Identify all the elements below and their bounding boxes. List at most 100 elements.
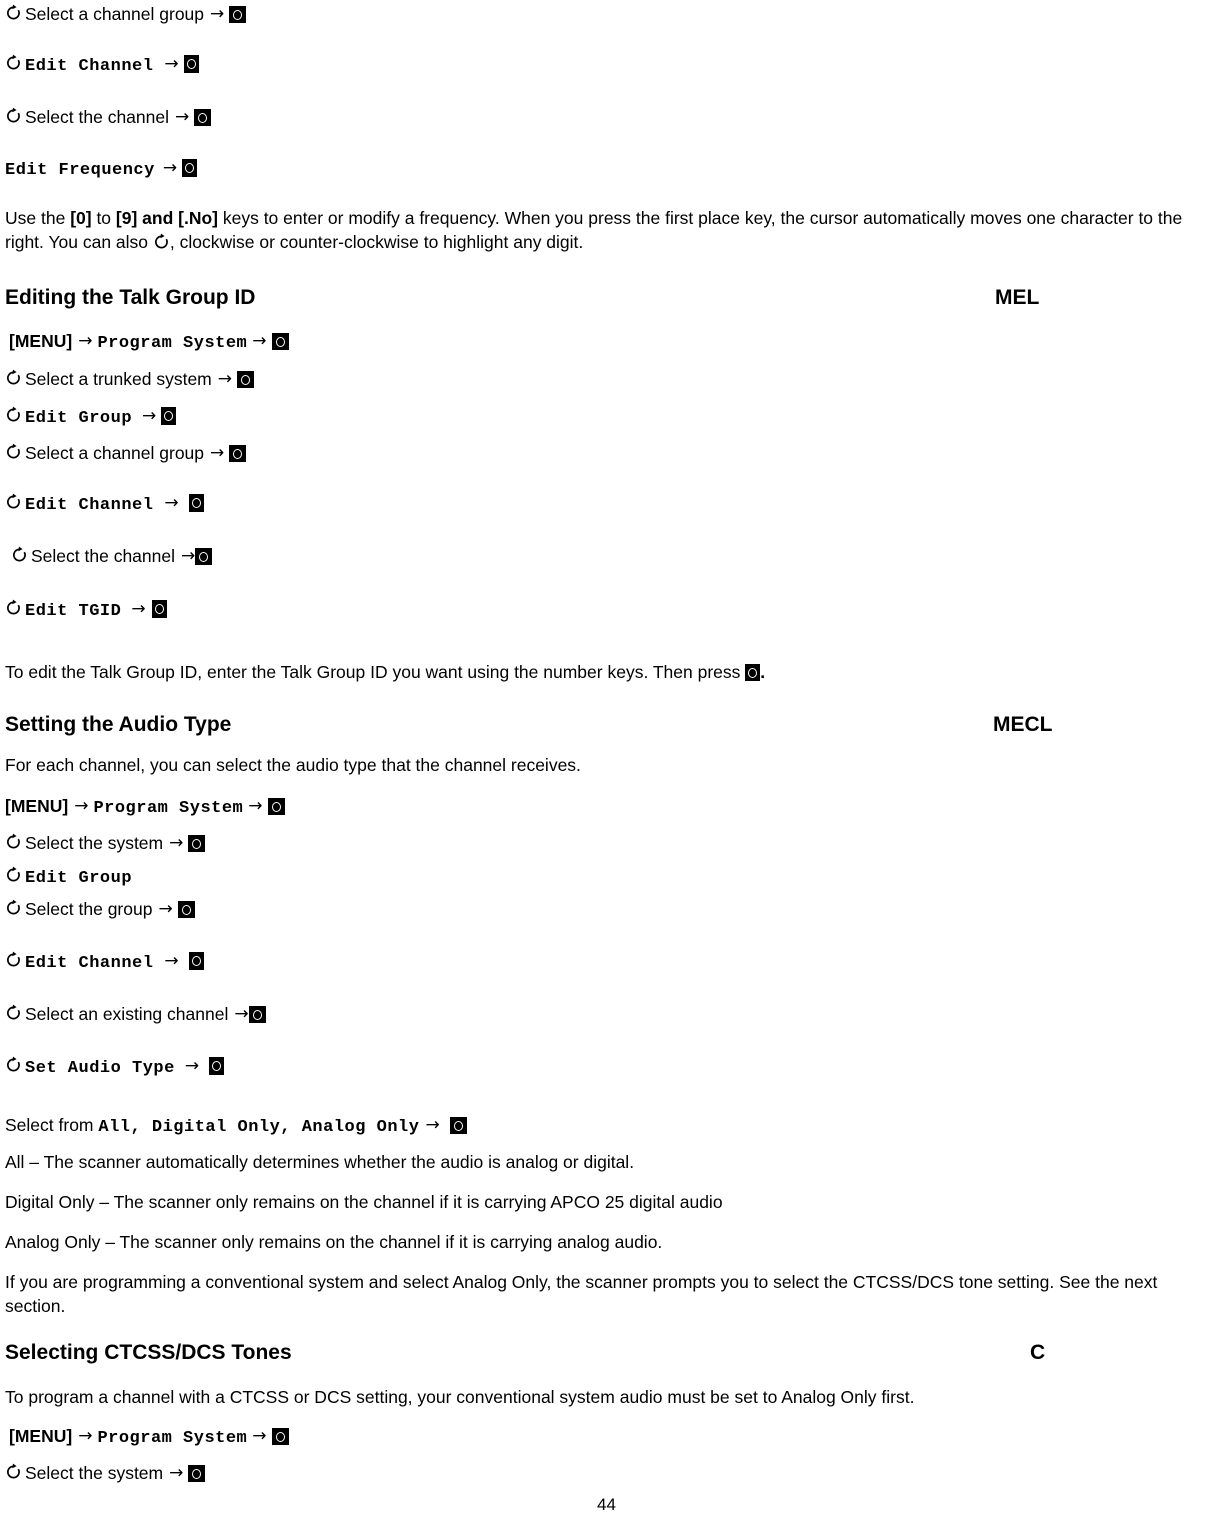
step-text: Select an existing channel xyxy=(25,1004,229,1024)
arrow-icon: → xyxy=(162,158,178,178)
analog-only-note: If you are programming a conventional sy… xyxy=(5,1272,1158,1316)
step-line: Select the system → xyxy=(5,1462,206,1484)
section-heading-audio-type: Setting the Audio Type MECL xyxy=(5,712,1200,738)
manual-page: Select a channel group → Edit Channel → Se… xyxy=(0,0,1213,1534)
arrow-icon: → xyxy=(210,4,225,24)
select-key-icon xyxy=(188,952,204,970)
step-text: Edit Group xyxy=(25,409,133,428)
step-text: Edit Channel xyxy=(25,954,154,973)
arrow-icon: → xyxy=(252,1426,267,1446)
select-key-icon xyxy=(449,1117,467,1134)
menu-key-label: [MENU] xyxy=(5,796,69,816)
definition-digital-only: Digital Only – The scanner only remains … xyxy=(5,1192,723,1212)
select-key-icon xyxy=(237,371,254,388)
step-line: Select the channel → xyxy=(11,545,213,567)
step-text: Select a channel group xyxy=(25,443,205,463)
select-key-icon xyxy=(188,1465,206,1482)
arrow-icon: → xyxy=(142,406,157,426)
step-text: Select the system xyxy=(25,1463,164,1483)
select-key-icon xyxy=(248,1006,266,1023)
menu-key-label: [MENU] xyxy=(9,331,73,351)
page-number: 44 xyxy=(597,1495,616,1514)
rotate-knob-icon xyxy=(5,406,22,425)
step-line: Select the system → xyxy=(5,832,206,854)
select-key-icon xyxy=(745,664,761,681)
audio-type-options-line: Select from All, Digital Only, Analog On… xyxy=(5,1113,1200,1140)
arrow-icon: → xyxy=(210,443,225,463)
step-text: Edit Frequency xyxy=(5,161,155,180)
select-key-icon xyxy=(182,159,198,177)
step-line: Edit Channel → xyxy=(5,53,199,78)
key-0-label: [0] xyxy=(70,208,92,228)
rotate-knob-icon xyxy=(5,1463,22,1482)
audio-type-options: All, Digital Only, Analog Only xyxy=(98,1118,420,1137)
step-text: Edit Channel xyxy=(25,496,154,515)
select-key-icon xyxy=(271,333,289,350)
arrow-icon: → xyxy=(425,1115,440,1135)
rotate-knob-icon xyxy=(5,54,22,73)
step-line: [MENU] → Program System → xyxy=(9,1425,289,1450)
arrow-icon: → xyxy=(164,493,179,513)
arrow-icon: → xyxy=(175,107,190,127)
arrow-icon: → xyxy=(169,833,184,853)
definition-all: All – The scanner automatically determin… xyxy=(5,1152,635,1172)
step-line: Edit Frequency → xyxy=(5,157,198,182)
step-line: Edit Group xyxy=(5,865,132,890)
definition-analog-only: Analog Only – The scanner only remains o… xyxy=(5,1232,663,1252)
select-key-icon xyxy=(229,6,247,23)
arrow-icon: → xyxy=(217,369,232,389)
step-text: Select a channel group xyxy=(25,4,205,24)
page-title: Editing the Talk Group ID xyxy=(5,286,256,309)
talk-group-id-instructions: To edit the Talk Group ID, enter the Tal… xyxy=(5,660,1200,684)
select-key-icon xyxy=(151,600,167,618)
step-line: Edit TGID → xyxy=(5,598,167,623)
arrow-icon: → xyxy=(248,796,263,816)
arrow-icon: → xyxy=(184,1056,200,1076)
rotate-knob-icon xyxy=(5,951,22,970)
section-heading-talk-group-id: Editing the Talk Group ID MEL xyxy=(5,285,1200,311)
status-badge: MEL xyxy=(995,286,1040,309)
step-line: Select a channel group → xyxy=(5,3,247,25)
arrow-icon: → xyxy=(78,331,93,351)
rotate-knob-icon xyxy=(5,866,22,885)
rotate-knob-icon xyxy=(5,899,22,918)
select-key-icon xyxy=(183,55,199,73)
select-key-icon xyxy=(271,1428,289,1445)
select-key-icon xyxy=(209,1057,225,1075)
step-text: Program System xyxy=(93,799,244,818)
step-text: Edit TGID xyxy=(25,602,122,621)
status-badge: C xyxy=(1030,1341,1046,1364)
page-title: Setting the Audio Type xyxy=(5,713,232,736)
audio-type-intro: For each channel, you can select the aud… xyxy=(5,755,581,775)
freq-text-4: , clockwise or counter-clockwise to high… xyxy=(169,232,584,252)
rotate-knob-icon xyxy=(11,546,28,565)
section-heading-ctcss-dcs-tones: Selecting CTCSS/DCS Tones C xyxy=(5,1340,1200,1366)
rotate-knob-icon xyxy=(5,833,22,852)
rotate-knob-icon xyxy=(5,369,22,388)
rotate-knob-icon xyxy=(5,493,22,512)
ctcss-intro: To program a channel with a CTCSS or DCS… xyxy=(5,1387,915,1407)
step-line: [MENU] → Program System → xyxy=(5,795,285,820)
select-from-label: Select from xyxy=(5,1115,99,1135)
step-text: Edit Group xyxy=(25,869,133,888)
key-9-no-label: [9] and [.No] xyxy=(115,208,218,228)
frequency-instructions: Use the [0] to [9] and [.No] keys to ent… xyxy=(5,206,1200,254)
step-line: Set Audio Type → xyxy=(5,1055,225,1080)
select-key-icon xyxy=(267,798,285,815)
arrow-icon: → xyxy=(181,546,196,566)
rotate-knob-icon xyxy=(153,233,170,252)
select-key-icon xyxy=(194,109,212,126)
step-text: Select a trunked system xyxy=(25,369,212,389)
step-line: Select the group → xyxy=(5,898,195,920)
step-text: Program System xyxy=(97,1429,248,1448)
step-line: Select the channel → xyxy=(5,106,212,128)
page-title: Selecting CTCSS/DCS Tones xyxy=(5,1341,292,1364)
rotate-knob-icon xyxy=(5,1056,22,1075)
step-line: Select a trunked system → xyxy=(5,368,254,390)
rotate-knob-icon xyxy=(5,4,22,23)
select-key-icon xyxy=(229,445,247,462)
arrow-icon: → xyxy=(169,1463,184,1483)
select-key-icon xyxy=(195,548,213,565)
select-key-icon xyxy=(188,494,204,512)
step-line: Edit Channel → xyxy=(5,492,204,517)
